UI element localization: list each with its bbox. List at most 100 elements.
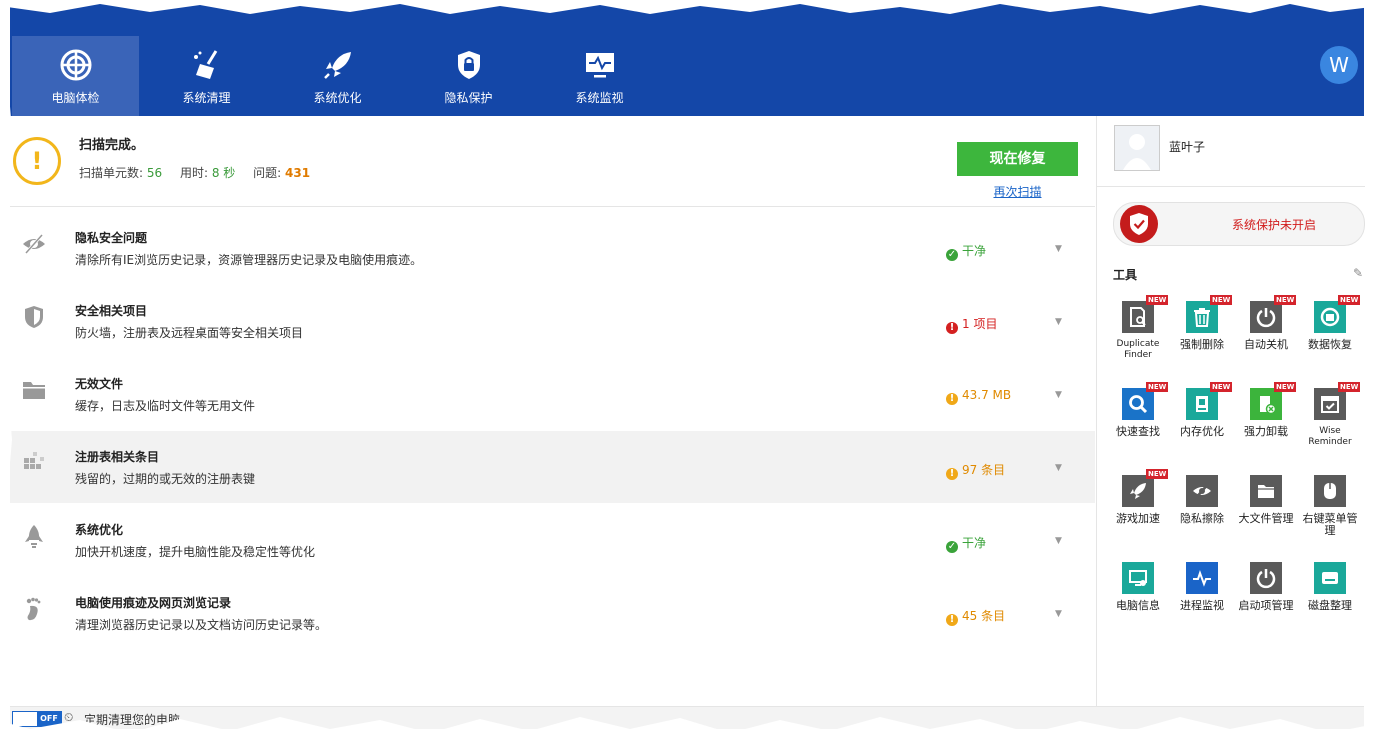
sidebar: 蓝叶子 系统保护未开启 工具 ✎ NEW Duplicate Finder NEW 强… [1096,116,1365,706]
chevron-down-icon[interactable]: ▼ [1055,390,1062,400]
tool-uninstall[interactable]: NEW 强力卸载 [1234,382,1298,472]
user-avatar[interactable]: W [1320,46,1358,84]
tool-eye-off[interactable]: 隐私擦除 [1170,475,1234,559]
folder-icon [20,376,48,404]
tool-disk[interactable]: 磁盘整理 [1298,562,1362,646]
tool-calendar-check[interactable]: NEW Wise Reminder [1298,382,1362,472]
doc-search-icon [1122,301,1154,333]
protection-status: 系统保护未开启 [1231,218,1316,232]
row-description: 加快开机速度，提升电脑性能及稳定性等优化 [75,545,316,559]
row-status: ✓ 干净 [946,534,986,553]
wrench-icon[interactable]: ✎ [1353,266,1363,280]
warning-icon: ! [13,137,61,185]
tool-label: 强制删除 [1180,338,1224,351]
tools-title: 工具 [1113,268,1138,282]
scan-row[interactable]: 电脑使用痕迹及网页浏览记录 清理浏览器历史记录以及文档访问历史记录等。! 45 条目… [10,577,1095,649]
folder-icon [1250,475,1282,507]
scan-row[interactable]: 无效文件缓存，日志及临时文件等无用文件 ! 43.7 MB ▼ [10,358,1095,430]
time-label: 用时: [179,166,209,180]
rescan-link[interactable]: 再次扫描 [957,183,1078,200]
torn-edge-right [1366,0,1380,739]
row-title: 安全相关项目 [75,304,148,318]
tab-3[interactable]: 隐私保护 [405,36,532,116]
chevron-down-icon[interactable]: ▼ [1055,609,1062,619]
recover-icon [1314,301,1346,333]
status-text: 45 条目 [962,609,1006,623]
pulse-icon [1186,562,1218,594]
tab-1[interactable]: 系统清理 [143,36,270,116]
uninstall-icon [1250,388,1282,420]
eye-off-icon [1186,475,1218,507]
calendar-check-icon [1314,388,1346,420]
tool-doc-search[interactable]: NEW Duplicate Finder [1106,295,1170,385]
issues-label: 问题: [253,166,282,180]
protection-toggle[interactable]: 系统保护未开启 [1113,202,1365,246]
tool-pulse[interactable]: 进程监视 [1170,562,1234,646]
broom-icon [143,48,270,82]
power-icon [1250,562,1282,594]
user-photo[interactable] [1114,125,1160,171]
new-badge: NEW [1338,295,1361,305]
tool-label: 右键菜单管理 [1302,512,1358,537]
status-text: 97 条目 [962,463,1006,477]
tab-label: 隐私保护 [444,91,493,105]
scan-row[interactable]: 系统优化加快开机速度，提升电脑性能及稳定性等优化 ✓ 干净 ▼ [10,504,1095,576]
tool-label: 启动项管理 [1238,599,1294,612]
new-badge: NEW [1274,382,1297,392]
tool-label: 强力卸载 [1244,425,1288,438]
chevron-down-icon[interactable]: ▼ [1055,244,1062,254]
eye-off-icon [20,230,48,258]
scan-row[interactable]: 隐私安全问题 清除所有IE浏览历史记录，资源管理器历史记录及电脑使用痕迹。 ✓ 干净 ▼ [10,212,1095,284]
registry-blocks-icon [20,449,48,477]
power-icon [1250,301,1282,333]
tool-label: 数据恢复 [1308,338,1352,351]
new-badge: NEW [1146,382,1169,392]
tool-power[interactable]: 启动项管理 [1234,562,1298,646]
row-status: ! 45 条目 [946,607,1005,626]
tool-trash[interactable]: NEW 强制删除 [1170,295,1234,385]
tool-label: 电脑信息 [1116,599,1160,612]
tool-mouse[interactable]: 右键菜单管理 [1298,475,1362,559]
status-icon: ! [946,614,958,626]
scan-row[interactable]: 注册表相关条目 残留的，过期的或无效的注册表键! 97 条目 ▼ [10,431,1095,503]
tab-0[interactable]: 电脑体检 [12,36,139,116]
row-title: 无效文件 [75,377,124,391]
tool-pc-info[interactable]: 电脑信息 [1106,562,1170,646]
tab-label: 系统优化 [313,91,362,105]
username[interactable]: 蓝叶子 [1169,138,1205,155]
row-title: 电脑使用痕迹及网页浏览记录 [75,596,232,610]
tab-label: 系统清理 [182,91,231,105]
rocket-icon [274,48,401,82]
tab-2[interactable]: 系统优化 [274,36,401,116]
new-badge: NEW [1210,382,1233,392]
tool-recover[interactable]: NEW 数据恢复 [1298,295,1362,385]
radar-icon [12,48,139,82]
tool-search[interactable]: NEW 快速查找 [1106,382,1170,472]
units-label: 扫描单元数: [79,166,144,180]
status-icon: ✓ [946,541,958,553]
mouse-icon [1314,475,1346,507]
fix-now-button[interactable]: 现在修复 [957,142,1078,176]
tool-power[interactable]: NEW 自动关机 [1234,295,1298,385]
tab-4[interactable]: 系统监视 [536,36,663,116]
row-status: ! 43.7 MB [946,388,1011,405]
row-description: 缓存，日志及临时文件等无用文件 [75,399,256,413]
scan-row[interactable]: 安全相关项目 防火墙，注册表及远程桌面等安全相关项目! 1 项目 ▼ [10,285,1095,357]
app-window: 电脑体检 系统清理 系统优化 隐私保护 系统监视 W ! 扫描完成。 扫描单元数: 56… [10,0,1365,729]
tool-label: Duplicate Finder [1116,339,1160,360]
search-icon [1122,388,1154,420]
tool-memory[interactable]: NEW 内存优化 [1170,382,1234,472]
tool-label: Wise Reminder [1308,426,1352,447]
shield-icon [20,303,48,331]
scan-stats: 扫描单元数: 56 用时: 8 秒 问题: 431 [79,164,310,181]
torn-edge-bottom [0,717,1380,739]
chevron-down-icon[interactable]: ▼ [1055,536,1062,546]
chevron-down-icon[interactable]: ▼ [1055,463,1062,473]
new-badge: NEW [1146,295,1169,305]
chevron-down-icon[interactable]: ▼ [1055,317,1062,327]
tool-folder[interactable]: 大文件管理 [1234,475,1298,559]
status-text: 干净 [962,536,987,550]
new-badge: NEW [1146,469,1169,479]
row-title: 系统优化 [75,523,124,537]
tool-rocket[interactable]: NEW 游戏加速 [1106,469,1170,559]
